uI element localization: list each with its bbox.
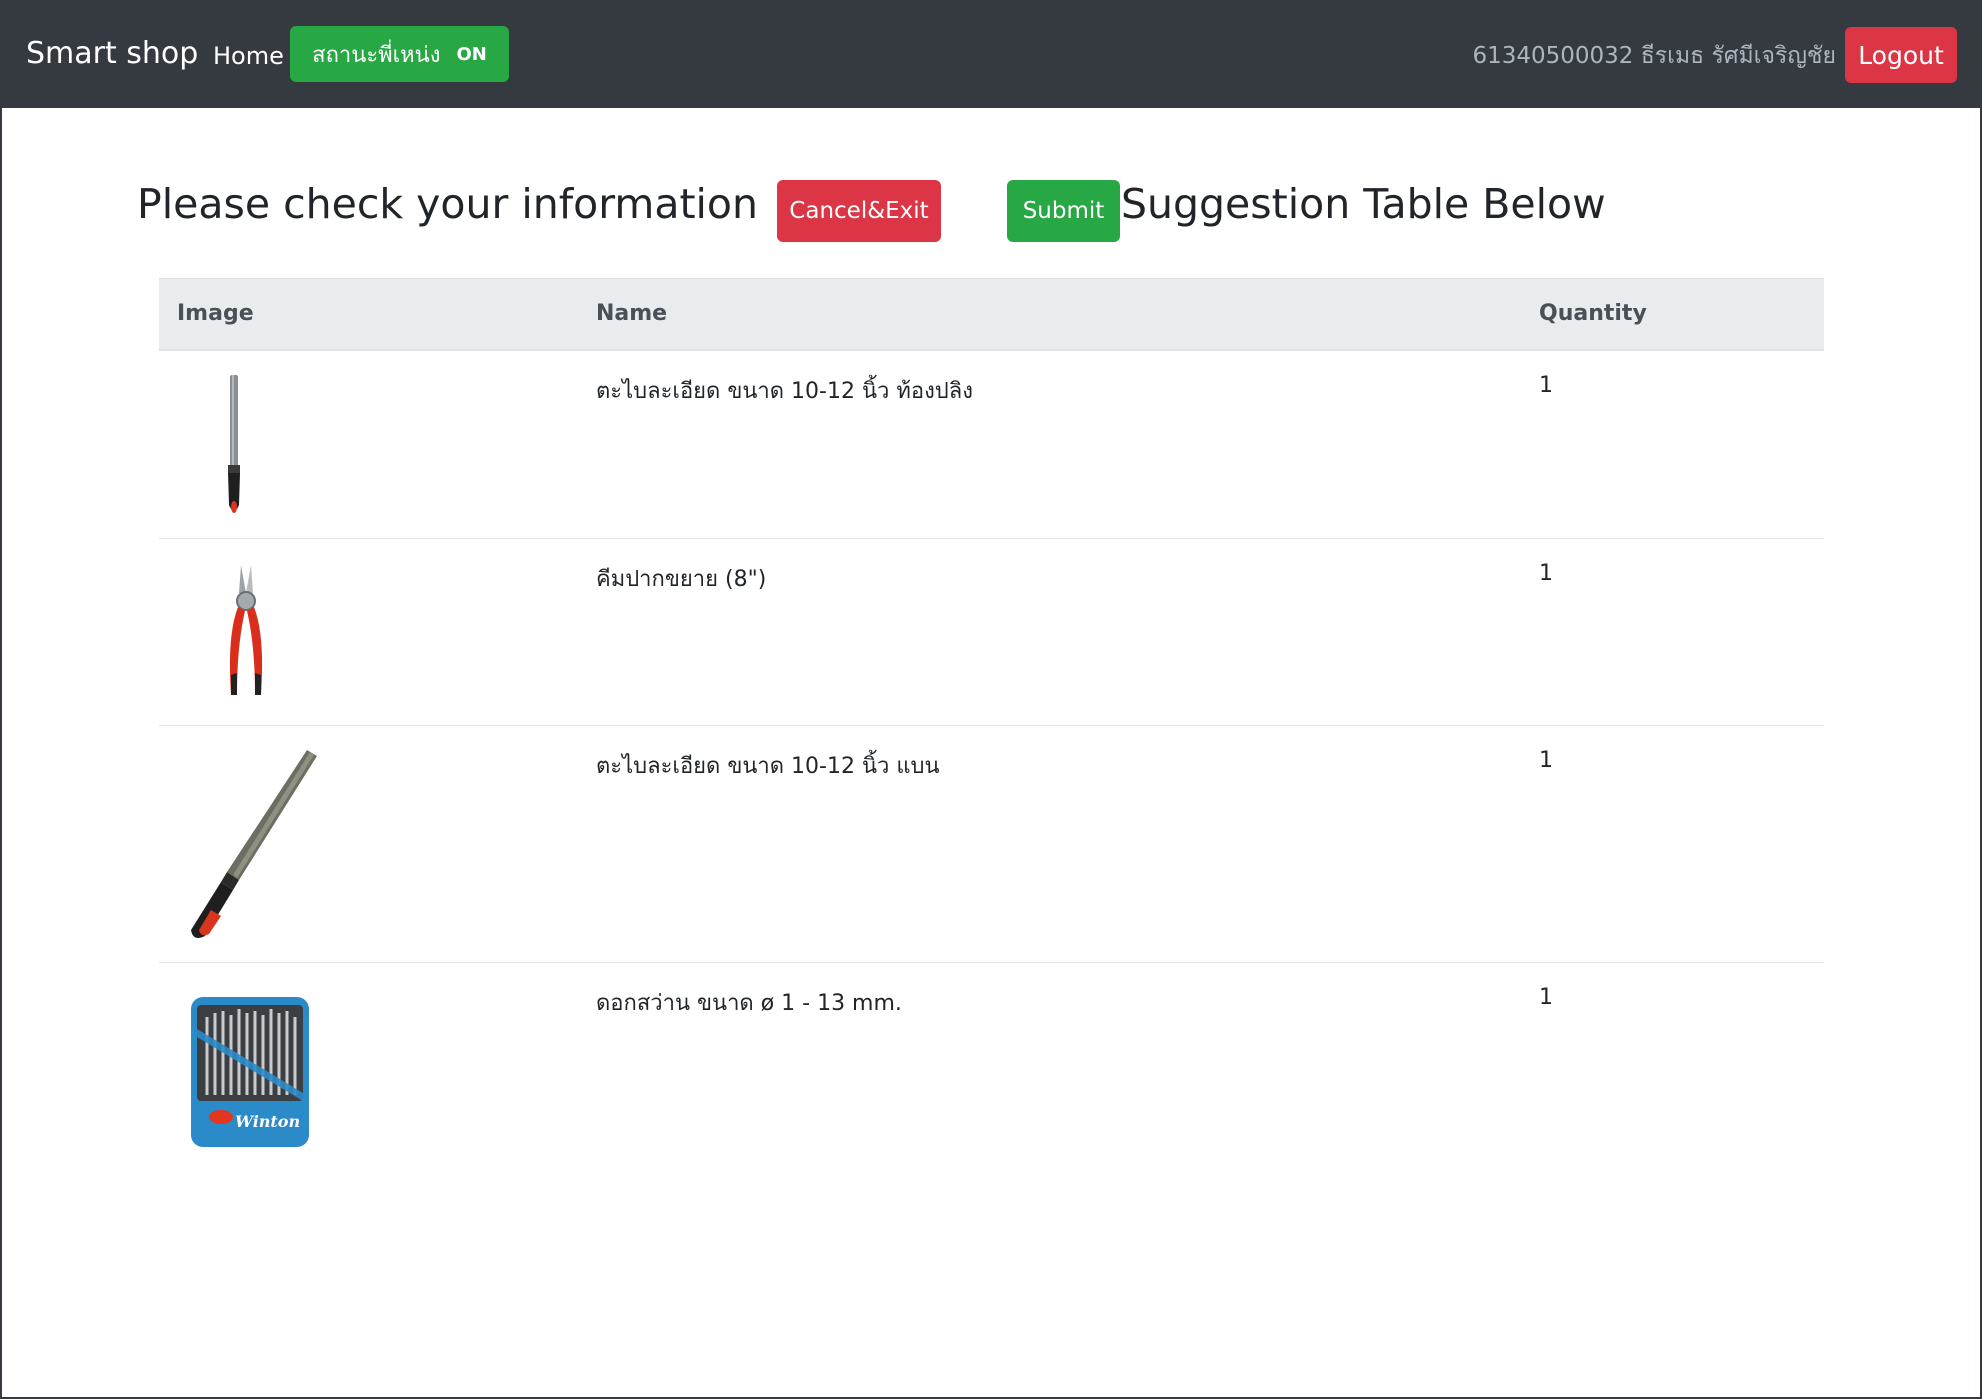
item-quantity: 1 — [1539, 373, 1553, 398]
suggestion-heading: Suggestion Table Below — [1121, 180, 1606, 228]
item-quantity: 1 — [1539, 985, 1553, 1010]
table-row: ตะไบละเอียด ขนาด 10-12 นิ้ว แบน 1 — [159, 726, 1824, 963]
column-header-image: Image — [177, 301, 254, 326]
drill-bit-set-icon: Winton — [191, 997, 309, 1151]
column-header-name: Name — [596, 301, 668, 326]
table-row: คีมปากขยาย (8") 1 — [159, 539, 1824, 726]
submit-button[interactable]: Submit — [1007, 180, 1120, 242]
flat-file-icon — [187, 750, 319, 946]
order-table: Image Name Quantity ตะไบละเอียด ขนาด 10-… — [159, 278, 1824, 1203]
item-name: คีมปากขยาย (8") — [596, 567, 767, 592]
item-name: ตะไบละเอียด ขนาด 10-12 นิ้ว แบน — [596, 754, 940, 779]
winton-logo-text: Winton — [235, 1112, 300, 1131]
location-status-button[interactable]: สถานะพี่เหน่ง ON — [290, 26, 509, 82]
pliers-icon — [221, 565, 271, 703]
cancel-exit-button[interactable]: Cancel&Exit — [777, 180, 941, 242]
user-info: 61340500032 ธีรเมธ รัศมีเจริญชัย — [1472, 43, 1836, 69]
column-header-quantity: Quantity — [1539, 301, 1647, 326]
page-title: Please check your information — [137, 180, 759, 228]
item-quantity: 1 — [1539, 748, 1553, 773]
nav-home-link[interactable]: Home — [213, 42, 284, 70]
table-row: Winton ดอกสว่าน ขนาด ø 1 - 13 mm. 1 — [159, 963, 1824, 1203]
top-navbar: Smart shop Home สถานะพี่เหน่ง ON 6134050… — [0, 0, 1982, 108]
round-file-icon — [219, 375, 249, 524]
table-row: ตะไบละเอียด ขนาด 10-12 นิ้ว ท้องปลิง 1 — [159, 351, 1824, 539]
location-status-state: ON — [456, 43, 487, 65]
item-quantity: 1 — [1539, 561, 1553, 586]
table-header: Image Name Quantity — [159, 278, 1824, 351]
location-status-label: สถานะพี่เหน่ง — [312, 42, 441, 68]
brand-link[interactable]: Smart shop — [26, 36, 198, 71]
item-name: ดอกสว่าน ขนาด ø 1 - 13 mm. — [596, 991, 902, 1016]
item-name: ตะไบละเอียด ขนาด 10-12 นิ้ว ท้องปลิง — [596, 379, 973, 404]
logout-button[interactable]: Logout — [1845, 27, 1957, 83]
